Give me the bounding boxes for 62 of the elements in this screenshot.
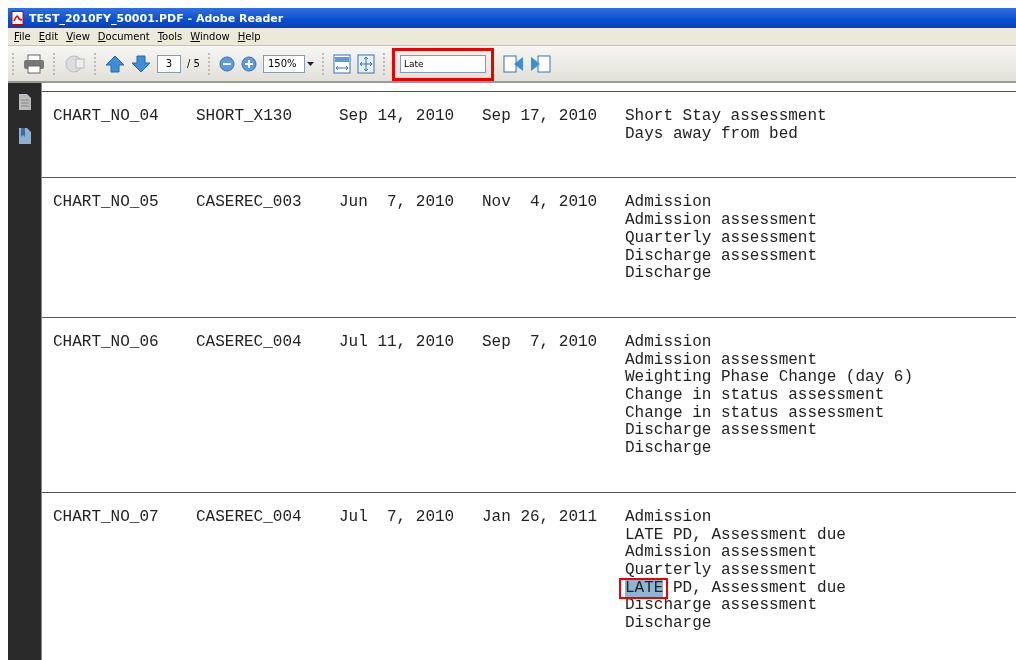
event-text: Discharge bbox=[625, 265, 712, 283]
event-text: LATE PD, Assessment due bbox=[625, 526, 846, 544]
menu-item[interactable]: Document bbox=[93, 31, 154, 42]
start-date: Jul 7, 2010 bbox=[339, 508, 456, 527]
event-text: Admission assessment bbox=[625, 544, 818, 562]
event-text: Change in status assessment bbox=[625, 404, 885, 422]
find-next-icon[interactable] bbox=[529, 53, 552, 74]
event-text: Admission assessment bbox=[625, 351, 818, 369]
event-text: Discharge assessment bbox=[625, 597, 818, 615]
chart-number: CHART_NO_04 bbox=[53, 108, 160, 126]
start-date: Sep 14, 2010 bbox=[339, 108, 456, 126]
page-total: / 5 bbox=[187, 58, 200, 69]
event-text: Days away from bed bbox=[625, 125, 798, 144]
end-date: Jan 26, 2011 bbox=[482, 508, 599, 527]
end-date: Nov 4, 2010 bbox=[482, 194, 599, 213]
event-text: PD, Assessment due bbox=[673, 579, 846, 598]
event-text: Discharge bbox=[625, 615, 712, 633]
menu-item[interactable]: File bbox=[10, 31, 35, 42]
event-text: Admission assessment bbox=[625, 212, 818, 230]
zoom-field[interactable]: 150% bbox=[262, 54, 305, 73]
event-text: Admission bbox=[625, 194, 712, 212]
pages-icon[interactable] bbox=[17, 93, 32, 111]
menu-item[interactable]: View bbox=[62, 31, 94, 42]
chart-number: CHART_NO_06 bbox=[53, 333, 160, 352]
window-title: TEST_2010FY_50001.PDF - Adobe Reader bbox=[29, 11, 284, 25]
event-text: Short Stay assessment bbox=[625, 108, 827, 126]
fit-width-icon[interactable] bbox=[332, 53, 351, 74]
chart-number: CHART_NO_05 bbox=[53, 194, 160, 213]
chart-number: CHART_NO_07 bbox=[53, 508, 160, 527]
event-text: Weighting Phase Change (day 6) bbox=[625, 369, 914, 387]
case-id: CASEREC_003 bbox=[196, 194, 303, 213]
end-date: Sep 17, 2010 bbox=[482, 108, 599, 126]
case-id: CASEREC_004 bbox=[196, 508, 303, 527]
start-date: Jul 11, 2010 bbox=[339, 333, 456, 352]
end-date: Sep 7, 2010 bbox=[482, 333, 599, 352]
event-text: Discharge bbox=[625, 440, 712, 458]
bookmarks-icon[interactable] bbox=[17, 127, 32, 145]
find-previous-icon[interactable] bbox=[501, 53, 524, 74]
down-arrow-icon[interactable] bbox=[131, 53, 151, 74]
menu-item[interactable]: Help bbox=[233, 31, 265, 42]
fit-page-icon[interactable] bbox=[356, 53, 375, 74]
event-text: Admission bbox=[625, 508, 712, 527]
print-icon[interactable] bbox=[23, 53, 45, 74]
case-id: CASEREC_004 bbox=[196, 333, 303, 352]
search-field[interactable]: Late bbox=[399, 54, 486, 73]
up-arrow-icon[interactable] bbox=[105, 53, 125, 74]
zoom-out-icon[interactable] bbox=[218, 55, 235, 72]
event-text: Discharge assessment bbox=[625, 422, 818, 440]
start-date: Jun 7, 2010 bbox=[339, 194, 456, 213]
zoom-in-icon[interactable] bbox=[240, 55, 257, 72]
event-text: Quarterly assessment bbox=[625, 229, 818, 248]
case-id: SHORT_X130 bbox=[196, 108, 293, 126]
event-text: Change in status assessment bbox=[625, 387, 885, 405]
page-number-field[interactable]: 3 bbox=[157, 54, 181, 73]
menu-item[interactable]: Edit bbox=[34, 31, 63, 42]
menu-item[interactable]: Window bbox=[186, 31, 234, 42]
dropdown-caret-icon[interactable] bbox=[306, 61, 314, 66]
menu-item[interactable]: Tools bbox=[153, 31, 187, 42]
event-text: Discharge assessment bbox=[625, 247, 818, 265]
event-text: Quarterly assessment bbox=[625, 561, 818, 580]
pdf-file-icon bbox=[11, 11, 25, 25]
event-text: Admission bbox=[625, 333, 712, 352]
